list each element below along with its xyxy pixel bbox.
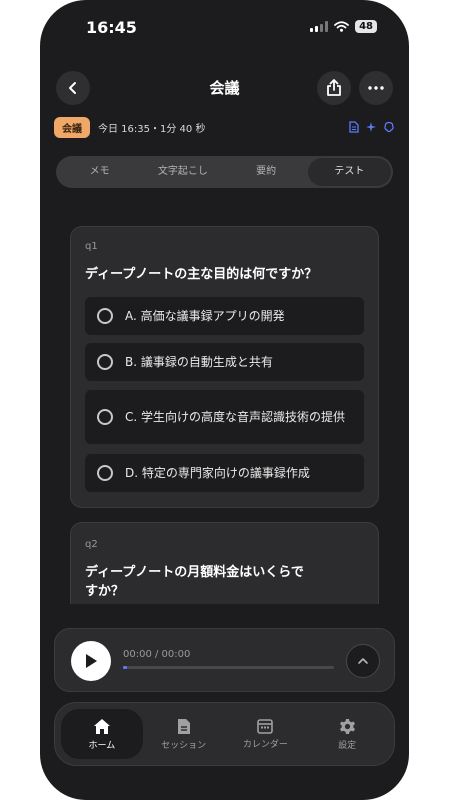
status-icons: 48 [310,20,377,33]
answer-option-b[interactable]: B. 議事録の自動生成と共有 [85,343,364,381]
wifi-icon [334,21,349,32]
tab-label: ホーム [88,740,116,751]
option-label: C. 学生向けの高度な音声認識技術の提供 [125,409,346,424]
phone-screen: 16:45 48 会議 会議 今日 16:35・1分 40 秒 メモ 文字起こし… [40,0,409,800]
segmented-control: メモ 文字起こし 要約 テスト [56,156,393,188]
option-label: A. 高価な議事録アプリの開発 [125,308,285,323]
calendar-icon [257,719,274,734]
status-time: 16:45 [86,18,137,37]
brain-icon[interactable] [383,121,395,133]
segment-transcript[interactable]: 文字起こし [141,158,224,186]
option-label: D. 特定の専門家向けの議事録作成 [125,465,310,480]
nav-header: 会議 [40,70,409,106]
battery-indicator: 48 [355,20,377,33]
question-card-q1: q1 ディープノートの主な目的は何ですか？ A. 高価な議事録アプリの開発 B.… [70,226,379,508]
playback-progress-fill [123,666,128,669]
tab-calendar[interactable]: カレンダー [225,709,307,759]
sparkle-icon[interactable] [365,121,377,133]
more-button[interactable] [359,71,393,105]
document-icon[interactable] [349,121,359,133]
audio-player: 00:00 / 00:00 [54,628,395,692]
question-text: ディープノートの月額料金はいくらですか？ [85,565,304,599]
radio-icon [97,409,113,425]
home-icon [93,718,110,734]
option-label: B. 議事録の自動生成と共有 [125,354,273,369]
play-icon [86,654,97,668]
tab-settings[interactable]: 設定 [306,709,388,759]
tab-label: 設定 [338,740,357,751]
status-bar: 16:45 48 [40,0,409,54]
tab-home[interactable]: ホーム [61,709,143,759]
chevron-up-icon [358,658,368,664]
tab-label: カレンダー [242,740,288,750]
tab-sessions[interactable]: セッション [143,709,225,759]
playback-time: 00:00 / 00:00 [123,649,191,660]
question-number: q1 [85,241,98,252]
segment-test[interactable]: テスト [307,158,391,186]
playback-progress-bar[interactable] [123,666,334,669]
segment-summary[interactable]: 要約 [225,158,308,186]
tab-label: セッション [161,740,207,751]
category-tag[interactable]: 会議 [54,116,90,138]
tab-bar: ホーム セッション カレンダー 設定 [54,702,395,766]
answer-option-a[interactable]: A. 高価な議事録アプリの開発 [85,297,364,335]
gear-icon [339,718,355,734]
meeting-datetime: 今日 16:35・1分 40 秒 [98,123,206,135]
share-icon [327,79,341,96]
radio-icon [97,465,113,481]
expand-player-button[interactable] [346,644,380,678]
radio-icon [97,354,113,370]
content-fade [40,604,409,630]
play-button[interactable] [71,641,111,681]
page-title: 会議 [209,79,240,97]
more-dots-icon [368,86,384,90]
share-button[interactable] [317,71,351,105]
answer-option-d[interactable]: D. 特定の専門家向けの議事録作成 [85,454,364,492]
answer-option-c[interactable]: C. 学生向けの高度な音声認識技術の提供 [85,390,364,444]
meta-icons [349,121,395,133]
question-number: q2 [85,539,98,550]
document-icon [177,718,190,734]
meeting-meta: 会議 今日 16:35・1分 40 秒 [54,116,395,138]
question-text: ディープノートの主な目的は何ですか？ [85,267,318,282]
cellular-signal-icon [310,21,329,32]
radio-icon [97,308,113,324]
segment-memo[interactable]: メモ [58,158,141,186]
